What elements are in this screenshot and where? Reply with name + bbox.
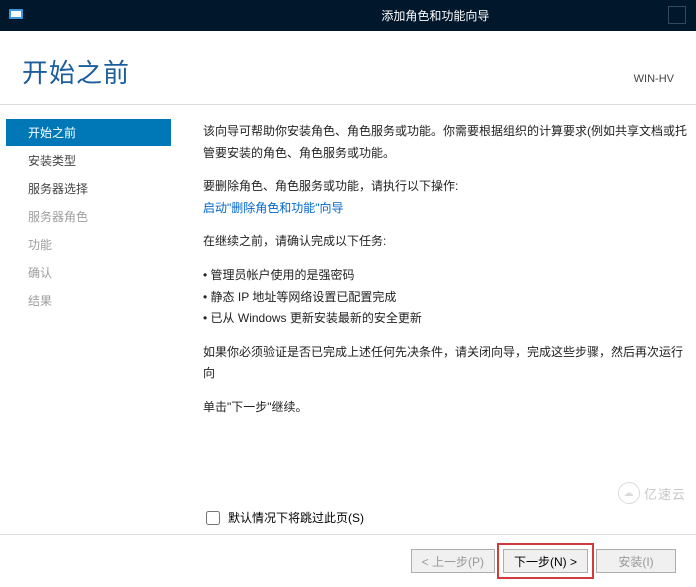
install-button: 安装(I) — [596, 549, 676, 573]
tasks-heading: 在继续之前，请确认完成以下任务: — [203, 231, 692, 253]
wizard-body: 开始之前 安装类型 服务器选择 服务器角色 功能 确认 结果 该向导可帮助你安装… — [0, 105, 696, 501]
previous-button: < 上一步(P) — [411, 549, 495, 573]
sidebar-step-server-roles: 服务器角色 — [20, 203, 171, 230]
sidebar-item-label: 安装类型 — [28, 154, 76, 168]
skip-page-checkbox[interactable] — [206, 511, 220, 525]
remove-roles-link[interactable]: 启动"删除角色和功能"向导 — [203, 201, 344, 215]
titlebar-spacer — [668, 6, 686, 24]
page-title: 开始之前 — [22, 53, 130, 90]
sidebar-item-label: 功能 — [28, 238, 52, 252]
target-server-name: WIN-HV — [634, 73, 674, 85]
app-icon — [8, 7, 24, 23]
sidebar-step-server-selection[interactable]: 服务器选择 — [20, 175, 171, 202]
sidebar-step-install-type[interactable]: 安装类型 — [20, 147, 171, 174]
sidebar-step-confirm: 确认 — [20, 259, 171, 286]
next-button[interactable]: 下一步(N) > — [503, 549, 588, 573]
wizard-header: 开始之前 WIN-HV — [0, 31, 696, 105]
list-item: 静态 IP 地址等网络设置已配置完成 — [203, 287, 692, 309]
sidebar-step-before-begin[interactable]: 开始之前 — [20, 119, 171, 146]
sidebar-step-results: 结果 — [20, 287, 171, 314]
window-titlebar: 添加角色和功能向导 — [0, 0, 696, 31]
wizard-content: 该向导可帮助你安装角色、角色服务或功能。你需要根据组织的计算要求(例如共享文档或… — [175, 105, 696, 501]
intro-text: 该向导可帮助你安装角色、角色服务或功能。你需要根据组织的计算要求(例如共享文档或… — [203, 121, 692, 164]
sidebar-item-label: 开始之前 — [28, 126, 76, 140]
remove-heading: 要删除角色、角色服务或功能，请执行以下操作: — [203, 179, 458, 193]
list-item: 管理员帐户使用的是强密码 — [203, 265, 692, 287]
window-title: 添加角色和功能向导 — [381, 7, 489, 24]
sidebar-item-label: 服务器角色 — [28, 210, 88, 224]
skip-page-row: 默认情况下将跳过此页(S) — [0, 501, 696, 534]
prerequisite-task-list: 管理员帐户使用的是强密码 静态 IP 地址等网络设置已配置完成 已从 Windo… — [203, 265, 692, 330]
skip-page-label: 默认情况下将跳过此页(S) — [228, 509, 364, 526]
continue-note: 单击"下一步"继续。 — [203, 397, 692, 419]
list-item: 已从 Windows 更新安装最新的安全更新 — [203, 308, 692, 330]
sidebar-item-label: 服务器选择 — [28, 182, 88, 196]
wizard-button-bar: < 上一步(P) 下一步(N) > 安装(I) — [0, 534, 696, 587]
verify-note: 如果你必须验证是否已完成上述任何先决条件，请关闭向导，完成这些步骤，然后再次运行… — [203, 342, 692, 385]
sidebar-item-label: 确认 — [28, 266, 52, 280]
sidebar-step-features: 功能 — [20, 231, 171, 258]
sidebar-item-label: 结果 — [28, 294, 52, 308]
wizard-steps-sidebar: 开始之前 安装类型 服务器选择 服务器角色 功能 确认 结果 — [0, 105, 175, 501]
